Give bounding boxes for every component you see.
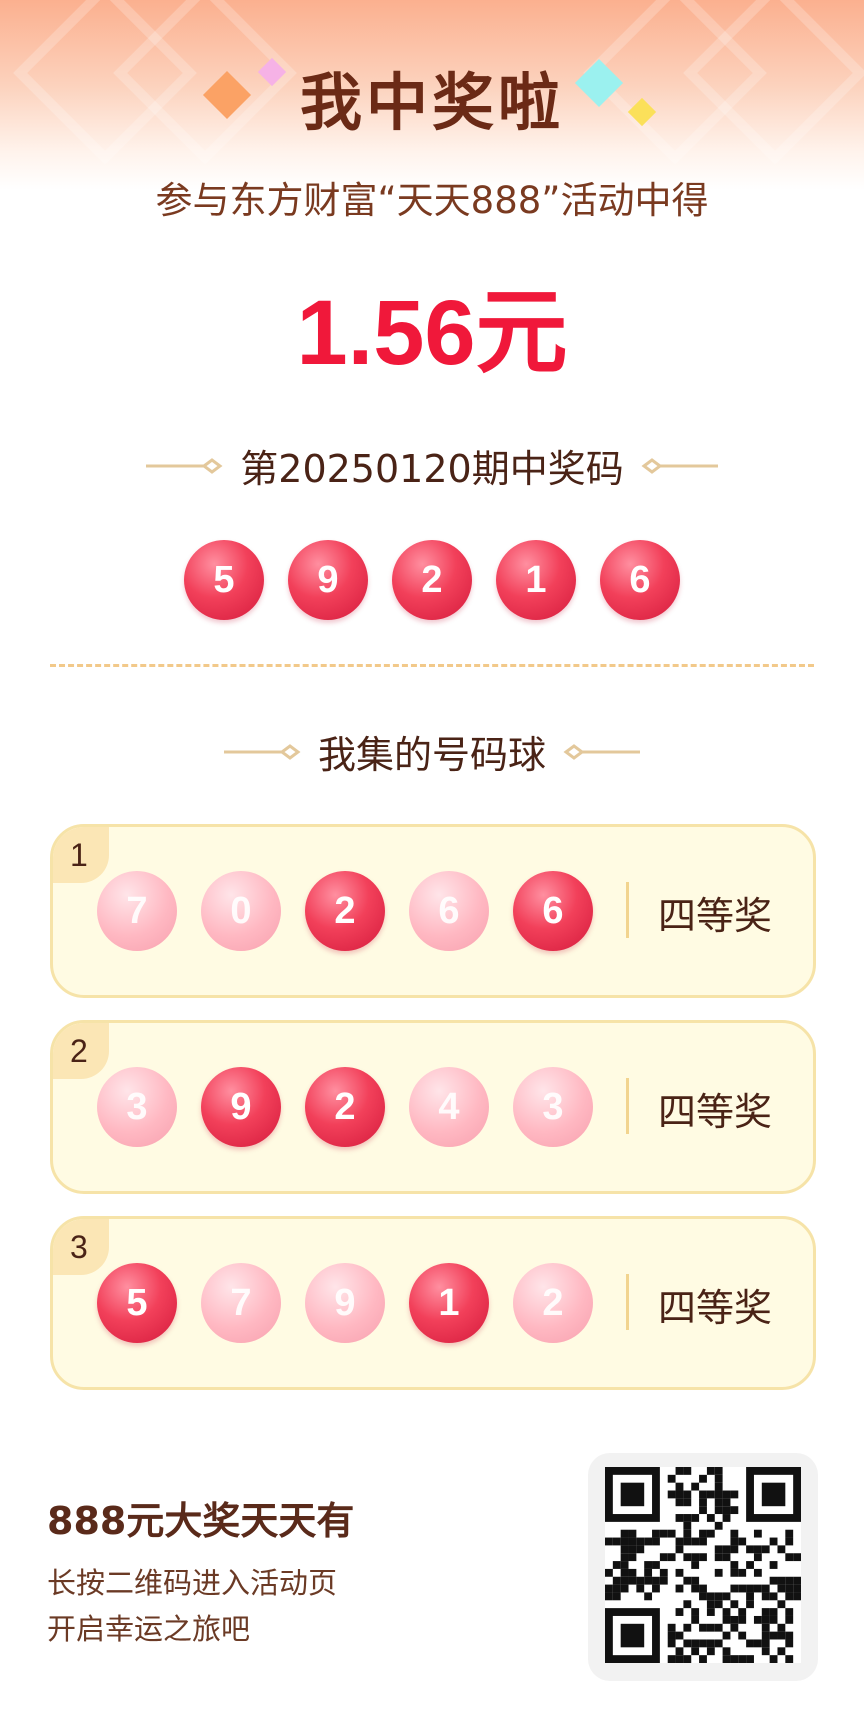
qr-code-icon: [605, 1467, 801, 1663]
footer-title: 888元大奖天天有: [47, 1499, 355, 1543]
prize-level-label: 四等奖: [658, 1090, 773, 1134]
set-index-badge: 1: [53, 827, 109, 883]
unmatched-number-ball: 2: [513, 1263, 593, 1343]
prize-level-label: 四等奖: [658, 894, 773, 938]
unmatched-number-ball: 0: [201, 871, 281, 951]
ball-set-card: 3 5 7 9 1 2 四等奖: [50, 1216, 816, 1390]
qr-code[interactable]: [588, 1453, 818, 1681]
draw-title-text: 第20250120期中奖码: [240, 447, 624, 491]
unmatched-number-ball: 6: [409, 871, 489, 951]
left-ornament-icon: [223, 743, 301, 760]
activity-subtitle: 参与东方财富“天天888”活动中得: [155, 179, 709, 222]
footer-tagline: 开启幸运之旅吧: [47, 1612, 251, 1646]
card-separator: [626, 882, 629, 938]
unmatched-number-ball: 9: [305, 1263, 385, 1343]
page-title: 我中奖啦: [299, 66, 564, 139]
collection-title-text: 我集的号码球: [317, 733, 546, 777]
unmatched-number-ball: 3: [513, 1067, 593, 1147]
winning-number-ball: 5: [184, 540, 264, 620]
matched-number-ball: 2: [305, 871, 385, 951]
set-index-badge: 3: [53, 1219, 109, 1275]
prize-level-label: 四等奖: [658, 1286, 773, 1330]
right-ornament-icon: [563, 743, 640, 760]
unmatched-number-ball: 3: [97, 1067, 177, 1147]
collection-section-title: 我集的号码球: [0, 724, 864, 779]
winning-number-ball: 6: [600, 540, 680, 620]
winning-number-ball: 9: [288, 540, 368, 620]
matched-number-ball: 5: [97, 1263, 177, 1343]
card-separator: [626, 1078, 629, 1134]
card-separator: [626, 1274, 629, 1330]
prize-amount: 1.56元: [296, 282, 568, 384]
matched-number-ball: 2: [305, 1067, 385, 1147]
footer-instruction: 长按二维码进入活动页: [47, 1566, 338, 1600]
draw-section-title: 第20250120期中奖码: [0, 438, 864, 493]
dashed-divider: [50, 664, 814, 667]
unmatched-number-ball: 7: [97, 871, 177, 951]
matched-number-ball: 9: [201, 1067, 281, 1147]
unmatched-number-ball: 7: [201, 1263, 281, 1343]
unmatched-number-ball: 4: [409, 1067, 489, 1147]
matched-number-ball: 1: [409, 1263, 489, 1343]
set-index-badge: 2: [53, 1023, 109, 1079]
right-ornament-icon: [641, 457, 718, 474]
ball-set-card: 1 7 0 2 6 6 四等奖: [50, 824, 816, 998]
ball-set-card: 2 3 9 2 4 3 四等奖: [50, 1020, 816, 1194]
winning-number-ball: 2: [392, 540, 472, 620]
matched-number-ball: 6: [513, 871, 593, 951]
left-ornament-icon: [146, 457, 223, 474]
winning-number-ball: 1: [496, 540, 576, 620]
